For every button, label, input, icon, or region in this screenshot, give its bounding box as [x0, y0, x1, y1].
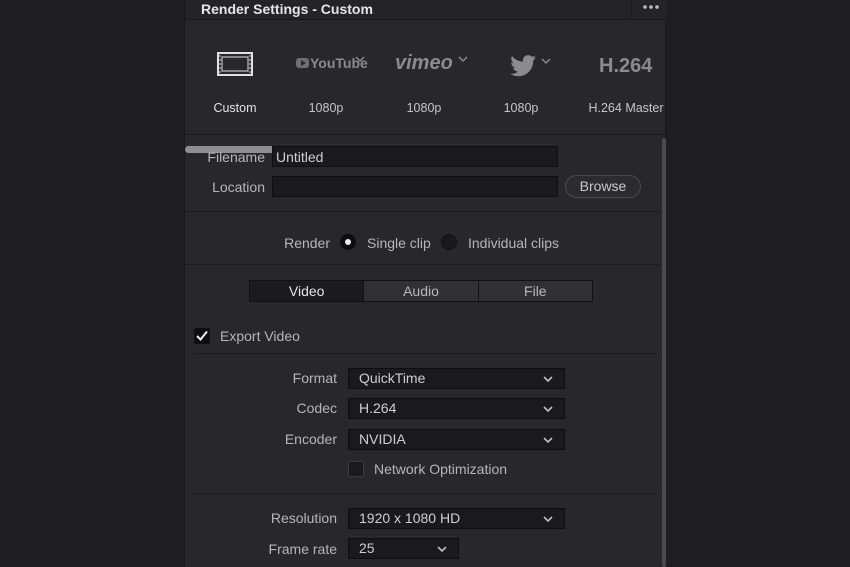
divider [194, 353, 657, 354]
encoder-value: NVIDIA [359, 431, 406, 447]
encoder-label: Encoder [284, 431, 337, 447]
preset-youtube-label: 1080p [308, 101, 344, 115]
preset-h264[interactable]: H.264 H.264 Master [577, 43, 675, 123]
preset-vimeo[interactable]: vimeo 1080p [375, 43, 473, 123]
encoder-select[interactable]: NVIDIA [348, 429, 565, 450]
preset-strip: Custom YouTube 1080p vimeo 1080p 1080p H… [185, 21, 667, 153]
twitter-bird-icon [510, 55, 551, 77]
single-clip-label[interactable]: Single clip [367, 235, 431, 251]
preset-vimeo-label: 1080p [406, 101, 442, 115]
twitter-dropdown-chevron-icon [541, 58, 551, 65]
preset-twitter[interactable]: 1080p [472, 43, 570, 123]
filename-field[interactable] [272, 146, 558, 167]
resolution-label: Resolution [270, 510, 337, 526]
film-strip-icon [217, 52, 253, 76]
titlebar-divider [631, 0, 632, 20]
more-horizontal-icon[interactable] [637, 0, 665, 16]
frame-rate-label: Frame rate [268, 541, 337, 557]
vimeo-logo-text: vimeo [395, 52, 453, 74]
network-optimization-checkbox[interactable] [348, 461, 364, 477]
network-optimization-label[interactable]: Network Optimization [374, 461, 507, 477]
youtube-logo-icon: YouTube [296, 55, 368, 71]
frame-rate-value: 25 [359, 540, 375, 556]
resolution-select[interactable]: 1920 x 1080 HD [348, 508, 565, 529]
codec-select[interactable]: H.264 [348, 398, 565, 419]
h264-text-icon: H.264 [599, 55, 653, 77]
vimeo-logo-icon: vimeo [395, 52, 468, 74]
codec-label: Codec [296, 400, 337, 416]
chevron-down-icon [543, 437, 553, 444]
export-video-label[interactable]: Export Video [220, 328, 300, 344]
panel-titlebar: Render Settings - Custom [185, 0, 667, 20]
youtube-logo-text: YouTube [310, 55, 368, 71]
tab-audio[interactable]: Audio [364, 281, 479, 301]
checkmark-icon [196, 330, 208, 341]
chevron-down-icon [543, 406, 553, 413]
format-value: QuickTime [359, 370, 426, 386]
resolution-value: 1920 x 1080 HD [359, 510, 461, 526]
preset-youtube[interactable]: YouTube 1080p [277, 43, 375, 123]
divider [194, 493, 657, 494]
chevron-down-icon [543, 516, 553, 523]
individual-clips-label[interactable]: Individual clips [468, 235, 559, 251]
preset-twitter-label: 1080p [503, 101, 539, 115]
vimeo-dropdown-chevron-icon [458, 56, 468, 63]
render-settings-panel: Render Settings - Custom Custom YouTube … [184, 0, 667, 567]
export-video-checkbox[interactable] [194, 328, 210, 344]
settings-tab-bar: Video Audio File [249, 280, 593, 302]
single-clip-radio[interactable] [340, 234, 356, 250]
panel-vertical-scrollbar[interactable] [662, 138, 666, 567]
preset-custom-label: Custom [213, 101, 257, 115]
preset-custom[interactable]: Custom [186, 43, 284, 123]
tab-file[interactable]: File [479, 281, 592, 301]
tab-video[interactable]: Video [250, 281, 365, 301]
h264-logo-text: H.264 [599, 55, 653, 77]
divider [185, 211, 660, 212]
frame-rate-select[interactable]: 25 [348, 538, 459, 559]
chevron-down-icon [543, 376, 553, 383]
preset-h264-label: H.264 Master [588, 101, 664, 115]
filename-label: Filename [207, 149, 265, 165]
panel-title: Render Settings - Custom [201, 1, 373, 17]
format-label: Format [292, 370, 337, 386]
divider [185, 134, 667, 135]
chevron-down-icon [437, 546, 447, 553]
location-label: Location [212, 179, 265, 195]
render-label: Render [284, 235, 330, 251]
browse-button[interactable]: Browse [565, 175, 641, 198]
codec-value: H.264 [359, 400, 397, 416]
format-select[interactable]: QuickTime [348, 368, 565, 389]
individual-clips-radio[interactable] [441, 234, 457, 250]
location-field[interactable] [272, 176, 558, 197]
divider [185, 264, 660, 265]
